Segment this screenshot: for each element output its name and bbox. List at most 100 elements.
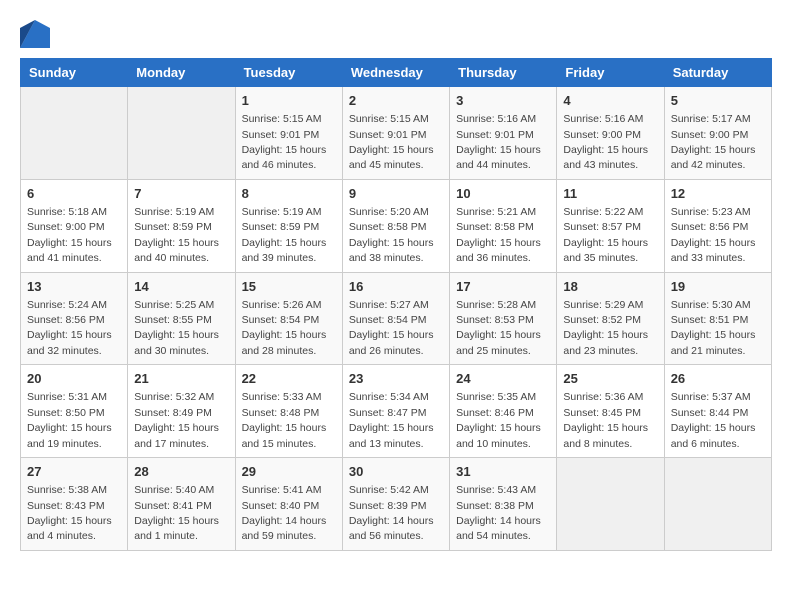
day-info: Sunrise: 5:22 AM Sunset: 8:57 PM Dayligh… bbox=[563, 206, 648, 264]
day-info: Sunrise: 5:32 AM Sunset: 8:49 PM Dayligh… bbox=[134, 391, 219, 449]
day-number: 25 bbox=[563, 370, 657, 388]
day-cell: 1Sunrise: 5:15 AM Sunset: 9:01 PM Daylig… bbox=[235, 87, 342, 180]
day-info: Sunrise: 5:37 AM Sunset: 8:44 PM Dayligh… bbox=[671, 391, 756, 449]
day-info: Sunrise: 5:17 AM Sunset: 9:00 PM Dayligh… bbox=[671, 113, 756, 171]
week-row-5: 27 Sunrise: 5:38 AM Sunset: 8:43 PM Dayli… bbox=[21, 458, 772, 551]
col-header-friday: Friday bbox=[557, 59, 664, 87]
day-number: 18 bbox=[563, 278, 657, 296]
day-number: 19 bbox=[671, 278, 765, 296]
day-info: Sunrise: 5:35 AM Sunset: 8:46 PM Dayligh… bbox=[456, 391, 541, 449]
day-cell: 2Sunrise: 5:15 AM Sunset: 9:01 PM Daylig… bbox=[342, 87, 449, 180]
day-cell: 13Sunrise: 5:24 AM Sunset: 8:56 PM Dayli… bbox=[21, 272, 128, 365]
day-cell: 4Sunrise: 5:16 AM Sunset: 9:00 PM Daylig… bbox=[557, 87, 664, 180]
day-number: 22 bbox=[242, 370, 336, 388]
day-cell: 12 Sunrise: 5:23 AM Sunset: 8:56 PM Dayli… bbox=[664, 179, 771, 272]
day-info: Sunrise: 5:16 AM Sunset: 9:00 PM Dayligh… bbox=[563, 113, 648, 171]
day-info: Sunrise: 5:15 AM Sunset: 9:01 PM Dayligh… bbox=[242, 113, 327, 171]
day-info: Sunrise: 5:23 AM Sunset: 8:56 PM Dayligh… bbox=[671, 206, 756, 264]
day-number: 26 bbox=[671, 370, 765, 388]
day-info: Sunrise: 5:25 AM Sunset: 8:55 PM Dayligh… bbox=[134, 299, 219, 357]
day-number: 12 bbox=[671, 185, 765, 203]
week-row-4: 20 Sunrise: 5:31 AM Sunset: 8:50 PM Dayli… bbox=[21, 365, 772, 458]
header-row: SundayMondayTuesdayWednesdayThursdayFrid… bbox=[21, 59, 772, 87]
day-number: 24 bbox=[456, 370, 550, 388]
day-number: 8 bbox=[242, 185, 336, 203]
day-number: 7 bbox=[134, 185, 228, 203]
day-number: 13 bbox=[27, 278, 121, 296]
day-cell: 25 Sunrise: 5:36 AM Sunset: 8:45 PM Dayli… bbox=[557, 365, 664, 458]
day-cell: 15Sunrise: 5:26 AM Sunset: 8:54 PM Dayli… bbox=[235, 272, 342, 365]
day-info: Sunrise: 5:15 AM Sunset: 9:01 PM Dayligh… bbox=[349, 113, 434, 171]
day-cell: 26 Sunrise: 5:37 AM Sunset: 8:44 PM Dayli… bbox=[664, 365, 771, 458]
day-info: Sunrise: 5:36 AM Sunset: 8:45 PM Dayligh… bbox=[563, 391, 648, 449]
day-info: Sunrise: 5:33 AM Sunset: 8:48 PM Dayligh… bbox=[242, 391, 327, 449]
day-number: 29 bbox=[242, 463, 336, 481]
day-info: Sunrise: 5:41 AM Sunset: 8:40 PM Dayligh… bbox=[242, 484, 327, 542]
day-cell: 19 Sunrise: 5:30 AM Sunset: 8:51 PM Dayli… bbox=[664, 272, 771, 365]
day-cell: 23 Sunrise: 5:34 AM Sunset: 8:47 PM Dayli… bbox=[342, 365, 449, 458]
day-cell bbox=[21, 87, 128, 180]
day-number: 31 bbox=[456, 463, 550, 481]
col-header-saturday: Saturday bbox=[664, 59, 771, 87]
day-info: Sunrise: 5:38 AM Sunset: 8:43 PM Dayligh… bbox=[27, 484, 112, 542]
page-header bbox=[20, 20, 772, 48]
day-cell: 22 Sunrise: 5:33 AM Sunset: 8:48 PM Dayli… bbox=[235, 365, 342, 458]
day-number: 14 bbox=[134, 278, 228, 296]
day-number: 27 bbox=[27, 463, 121, 481]
day-info: Sunrise: 5:20 AM Sunset: 8:58 PM Dayligh… bbox=[349, 206, 434, 264]
day-number: 20 bbox=[27, 370, 121, 388]
day-info: Sunrise: 5:30 AM Sunset: 8:51 PM Dayligh… bbox=[671, 299, 756, 357]
day-cell: 14 Sunrise: 5:25 AM Sunset: 8:55 PM Dayli… bbox=[128, 272, 235, 365]
day-number: 5 bbox=[671, 92, 765, 110]
day-cell bbox=[664, 458, 771, 551]
col-header-monday: Monday bbox=[128, 59, 235, 87]
day-cell: 16 Sunrise: 5:27 AM Sunset: 8:54 PM Dayli… bbox=[342, 272, 449, 365]
day-info: Sunrise: 5:42 AM Sunset: 8:39 PM Dayligh… bbox=[349, 484, 434, 542]
col-header-thursday: Thursday bbox=[450, 59, 557, 87]
col-header-tuesday: Tuesday bbox=[235, 59, 342, 87]
day-cell: 27 Sunrise: 5:38 AM Sunset: 8:43 PM Dayli… bbox=[21, 458, 128, 551]
week-row-3: 13Sunrise: 5:24 AM Sunset: 8:56 PM Dayli… bbox=[21, 272, 772, 365]
day-cell: 3 Sunrise: 5:16 AM Sunset: 9:01 PM Daylig… bbox=[450, 87, 557, 180]
day-cell: 11 Sunrise: 5:22 AM Sunset: 8:57 PM Dayli… bbox=[557, 179, 664, 272]
day-cell: 28Sunrise: 5:40 AM Sunset: 8:41 PM Dayli… bbox=[128, 458, 235, 551]
day-cell: 31 Sunrise: 5:43 AM Sunset: 8:38 PM Dayli… bbox=[450, 458, 557, 551]
day-cell bbox=[557, 458, 664, 551]
day-info: Sunrise: 5:19 AM Sunset: 8:59 PM Dayligh… bbox=[134, 206, 219, 264]
day-cell: 20 Sunrise: 5:31 AM Sunset: 8:50 PM Dayli… bbox=[21, 365, 128, 458]
col-header-sunday: Sunday bbox=[21, 59, 128, 87]
day-info: Sunrise: 5:29 AM Sunset: 8:52 PM Dayligh… bbox=[563, 299, 648, 357]
day-info: Sunrise: 5:34 AM Sunset: 8:47 PM Dayligh… bbox=[349, 391, 434, 449]
day-cell: 7 Sunrise: 5:19 AM Sunset: 8:59 PM Daylig… bbox=[128, 179, 235, 272]
day-cell: 8 Sunrise: 5:19 AM Sunset: 8:59 PM Daylig… bbox=[235, 179, 342, 272]
day-number: 3 bbox=[456, 92, 550, 110]
day-cell: 5 Sunrise: 5:17 AM Sunset: 9:00 PM Daylig… bbox=[664, 87, 771, 180]
day-info: Sunrise: 5:31 AM Sunset: 8:50 PM Dayligh… bbox=[27, 391, 112, 449]
day-number: 23 bbox=[349, 370, 443, 388]
day-number: 11 bbox=[563, 185, 657, 203]
col-header-wednesday: Wednesday bbox=[342, 59, 449, 87]
week-row-1: 1Sunrise: 5:15 AM Sunset: 9:01 PM Daylig… bbox=[21, 87, 772, 180]
day-number: 17 bbox=[456, 278, 550, 296]
day-info: Sunrise: 5:27 AM Sunset: 8:54 PM Dayligh… bbox=[349, 299, 434, 357]
day-info: Sunrise: 5:26 AM Sunset: 8:54 PM Dayligh… bbox=[242, 299, 327, 357]
day-cell: 18 Sunrise: 5:29 AM Sunset: 8:52 PM Dayli… bbox=[557, 272, 664, 365]
day-cell: 10Sunrise: 5:21 AM Sunset: 8:58 PM Dayli… bbox=[450, 179, 557, 272]
day-info: Sunrise: 5:43 AM Sunset: 8:38 PM Dayligh… bbox=[456, 484, 541, 542]
day-cell: 6 Sunrise: 5:18 AM Sunset: 9:00 PM Daylig… bbox=[21, 179, 128, 272]
day-cell: 9 Sunrise: 5:20 AM Sunset: 8:58 PM Daylig… bbox=[342, 179, 449, 272]
day-cell: 17 Sunrise: 5:28 AM Sunset: 8:53 PM Dayli… bbox=[450, 272, 557, 365]
day-cell: 29 Sunrise: 5:41 AM Sunset: 8:40 PM Dayli… bbox=[235, 458, 342, 551]
day-number: 16 bbox=[349, 278, 443, 296]
day-info: Sunrise: 5:28 AM Sunset: 8:53 PM Dayligh… bbox=[456, 299, 541, 357]
day-info: Sunrise: 5:18 AM Sunset: 9:00 PM Dayligh… bbox=[27, 206, 112, 264]
day-number: 21 bbox=[134, 370, 228, 388]
week-row-2: 6 Sunrise: 5:18 AM Sunset: 9:00 PM Daylig… bbox=[21, 179, 772, 272]
day-cell bbox=[128, 87, 235, 180]
day-number: 9 bbox=[349, 185, 443, 203]
day-cell: 30Sunrise: 5:42 AM Sunset: 8:39 PM Dayli… bbox=[342, 458, 449, 551]
day-info: Sunrise: 5:16 AM Sunset: 9:01 PM Dayligh… bbox=[456, 113, 541, 171]
calendar-table: SundayMondayTuesdayWednesdayThursdayFrid… bbox=[20, 58, 772, 551]
day-info: Sunrise: 5:19 AM Sunset: 8:59 PM Dayligh… bbox=[242, 206, 327, 264]
day-number: 6 bbox=[27, 185, 121, 203]
